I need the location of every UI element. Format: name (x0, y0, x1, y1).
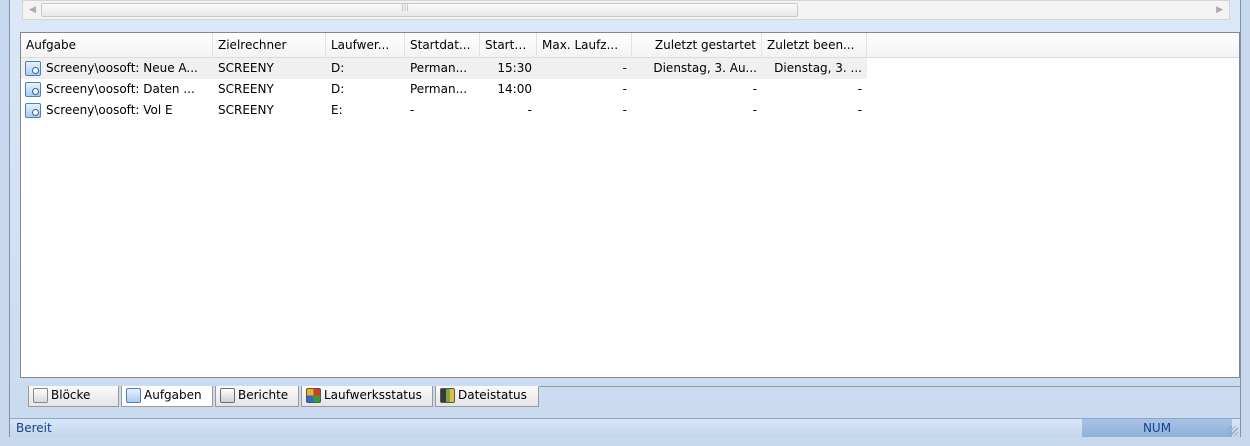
file-status-icon (440, 388, 455, 403)
table-row[interactable]: Screeny\oosoft: Daten ... SCREENY D: Per… (21, 79, 867, 100)
cell-zielrechner: SCREENY (218, 103, 274, 117)
tab-label: Dateistatus (458, 388, 527, 402)
tab-label: Laufwerksstatus (324, 388, 422, 402)
cell-zuletzt-gestartet: - (752, 82, 757, 96)
table-row[interactable]: Screeny\oosoft: Vol E SCREENY E: - - - -… (21, 100, 867, 121)
column-header-zielrechner[interactable]: Zielrechner (213, 33, 326, 57)
column-header-startdatum[interactable]: Startdat... (405, 33, 480, 57)
cell-laufwerk: D: (331, 61, 345, 75)
cell-zielrechner: SCREENY (218, 82, 274, 96)
cell-max-laufzeit: - (622, 61, 627, 75)
cell-startzeit: 14:00 (497, 82, 532, 96)
cell-startdatum: - (410, 103, 415, 117)
resize-grip-icon[interactable] (1228, 426, 1238, 436)
tab-aufgaben[interactable]: Aufgaben (121, 386, 213, 407)
scroll-left-icon[interactable]: ◀ (29, 5, 36, 15)
cell-aufgabe: Screeny\oosoft: Daten ... (46, 82, 195, 96)
column-header-max-laufzeit[interactable]: Max. Laufz... (537, 33, 632, 57)
cell-startzeit: 15:30 (497, 61, 532, 75)
cell-startzeit: - (527, 103, 532, 117)
cell-zuletzt-beendet: Dienstag, 3. ... (774, 61, 862, 75)
tab-label: Blöcke (51, 388, 91, 402)
tab-strip-line (540, 386, 1240, 387)
scrollbar-thumb[interactable] (41, 3, 798, 17)
thumb-grip-icon: ||| (401, 2, 410, 11)
cell-laufwerk: E: (331, 103, 343, 117)
status-text: Bereit (16, 421, 52, 435)
cell-max-laufzeit: - (622, 103, 627, 117)
reports-icon (220, 388, 235, 403)
column-header-zuletzt-gestartet[interactable]: Zuletzt gestartet (632, 33, 762, 57)
horizontal-scrollbar[interactable]: ◀ ||| ▶ (22, 0, 1230, 20)
tasks-icon (126, 388, 141, 403)
column-header-aufgabe[interactable]: Aufgabe (21, 33, 213, 57)
cell-zuletzt-gestartet: - (752, 103, 757, 117)
tab-berichte[interactable]: Berichte (215, 386, 299, 407)
cell-laufwerk: D: (331, 82, 345, 96)
scheduled-task-icon (25, 61, 41, 76)
column-header-zuletzt-beendet[interactable]: Zuletzt been... (762, 33, 867, 57)
cell-startdatum: Perman... (410, 61, 468, 75)
status-bar: Bereit NUM (10, 418, 1240, 437)
scheduled-task-icon (25, 82, 41, 97)
tab-bloecke[interactable]: Blöcke (28, 386, 119, 407)
cell-aufgabe: Screeny\oosoft: Neue A... (46, 61, 198, 75)
tab-label: Aufgaben (144, 388, 202, 402)
cell-startdatum: Perman... (410, 82, 468, 96)
column-header-laufwerk[interactable]: Laufwer... (326, 33, 405, 57)
cell-max-laufzeit: - (622, 82, 627, 96)
tab-laufwerksstatus[interactable]: Laufwerksstatus (301, 386, 433, 407)
cell-zielrechner: SCREENY (218, 61, 274, 75)
task-list-view[interactable]: Aufgabe Zielrechner Laufwer... Startdat.… (20, 32, 1240, 378)
tab-label: Berichte (238, 388, 289, 402)
column-header-startzeit[interactable]: Startz... (480, 33, 537, 57)
blocks-icon (33, 388, 48, 403)
scheduled-task-icon (25, 103, 41, 118)
drive-status-icon (306, 388, 321, 403)
cell-zuletzt-beendet: - (857, 82, 862, 96)
column-header-row: Aufgabe Zielrechner Laufwer... Startdat.… (21, 33, 1239, 58)
table-row[interactable]: Screeny\oosoft: Neue A... SCREENY D: Per… (21, 58, 867, 79)
cell-zuletzt-gestartet: Dienstag, 3. Au... (653, 61, 757, 75)
num-lock-indicator: NUM (1082, 419, 1232, 437)
scroll-right-icon[interactable]: ▶ (1216, 5, 1223, 15)
cell-aufgabe: Screeny\oosoft: Vol E (46, 103, 173, 117)
tab-dateistatus[interactable]: Dateistatus (435, 386, 539, 407)
cell-zuletzt-beendet: - (857, 103, 862, 117)
